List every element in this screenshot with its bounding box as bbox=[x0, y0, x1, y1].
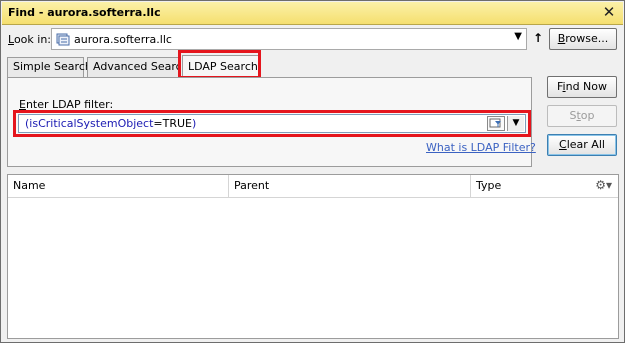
gear-icon[interactable]: ⚙▾ bbox=[595, 178, 612, 192]
tab-simple-search[interactable]: Simple Search bbox=[7, 57, 92, 77]
find-dialog: Find - aurora.softerra.llc ✕ Look in: au… bbox=[0, 0, 625, 343]
ldap-filter-value: (isCriticalSystemObject=TRUE) bbox=[25, 117, 197, 130]
chevron-down-icon[interactable]: ▼ bbox=[507, 116, 524, 131]
look-in-combo[interactable]: aurora.softerra.llc ▼ bbox=[51, 28, 527, 50]
ldap-filter-label: Enter LDAP filter: bbox=[19, 98, 114, 111]
look-in-value: aurora.softerra.llc bbox=[74, 33, 172, 46]
clear-all-button[interactable]: Clear All bbox=[547, 134, 617, 156]
look-in-label: Look in: bbox=[8, 33, 51, 46]
find-now-button[interactable]: Find Now bbox=[547, 76, 617, 98]
up-level-icon[interactable]: ↑ bbox=[533, 31, 543, 45]
close-icon[interactable]: ✕ bbox=[601, 4, 617, 20]
stop-button[interactable]: Stop bbox=[547, 105, 617, 127]
tab-ldap-search[interactable]: LDAP Search bbox=[182, 55, 259, 78]
column-header-name[interactable]: Name bbox=[8, 175, 228, 197]
title-bar[interactable]: Find - aurora.softerra.llc ✕ bbox=[2, 2, 623, 25]
tab-advanced-search[interactable]: Advanced Search bbox=[87, 57, 189, 77]
browse-button[interactable]: Browse... bbox=[549, 28, 617, 50]
filter-editor-icon[interactable] bbox=[487, 116, 505, 131]
ldap-filter-input[interactable]: (isCriticalSystemObject=TRUE) ▼ bbox=[18, 114, 526, 133]
chevron-down-icon[interactable]: ▼ bbox=[514, 31, 522, 42]
column-header-parent[interactable]: Parent bbox=[228, 175, 470, 197]
results-header: Name Parent Type ⚙▾ bbox=[8, 175, 618, 198]
ldap-filter-help-link[interactable]: What is LDAP Filter? bbox=[426, 141, 536, 154]
window-title: Find - aurora.softerra.llc bbox=[8, 6, 161, 19]
directory-server-icon bbox=[56, 33, 70, 46]
results-list[interactable]: Name Parent Type ⚙▾ bbox=[7, 174, 619, 339]
